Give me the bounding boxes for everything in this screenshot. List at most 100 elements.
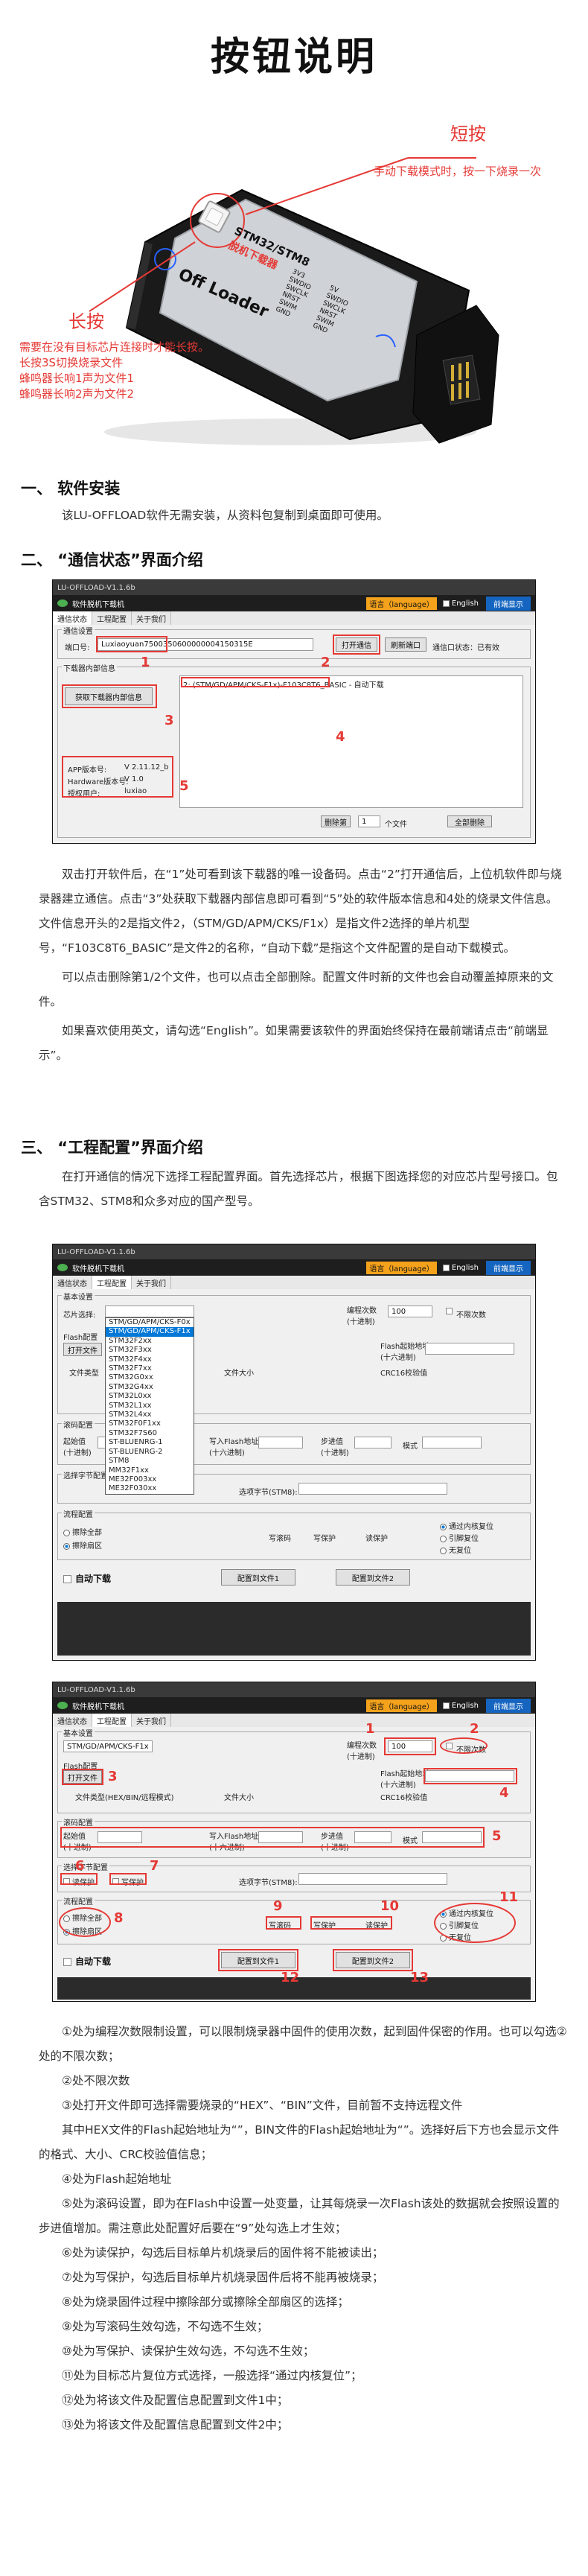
chip-option[interactable]: MM32F1xx [106, 1466, 194, 1475]
front-display-button[interactable]: 前端显示 [486, 1260, 531, 1275]
chip-option[interactable]: STM/GD/APM/CKS-F0x [106, 1318, 194, 1327]
flash-cfg-label: Flash配置 [63, 1334, 98, 1342]
front-display-button[interactable]: 前端显示 [486, 1698, 531, 1713]
language-selector[interactable]: 语言（language） [366, 1699, 437, 1712]
annotation-box-9 [266, 1916, 301, 1930]
chip-option[interactable]: STM32F0F1xx [106, 1419, 194, 1428]
tab-project-config[interactable]: 工程配置 [92, 1714, 132, 1727]
stm8-option-input[interactable] [298, 1873, 447, 1885]
tab-content: 通信设置 端口号: Luxiaoyuan75003506000000041503… [53, 625, 535, 843]
erase-sector-option[interactable]: 擦除扇区 [63, 1539, 102, 1551]
step-label: 步进值 (十进制) [321, 1438, 349, 1457]
section-1-text: 该LU-OFFLOAD软件无需安装，从资料包复制到桌面即可使用。 [39, 503, 569, 532]
annotation-num-2: 2 [470, 1721, 479, 1737]
roll-addr-input[interactable] [258, 1437, 303, 1448]
prog-count-input[interactable]: 100 [388, 1306, 432, 1317]
chip-option[interactable]: ST-BLUENRG-2 [106, 1448, 194, 1457]
chip-option[interactable]: STM32F4xx [106, 1355, 194, 1364]
auto-download-checkbox[interactable] [63, 1575, 71, 1583]
chip-option[interactable]: STM8 [106, 1457, 194, 1466]
chip-option[interactable]: STM32F2xx [106, 1337, 194, 1346]
chip-select[interactable] [105, 1306, 194, 1317]
mode-select[interactable] [422, 1437, 482, 1448]
front-display-button[interactable]: 前端显示 [486, 596, 531, 611]
language-selector[interactable]: 语言（language） [366, 1261, 437, 1274]
erase-sector-radio[interactable] [63, 1542, 70, 1550]
chip-label: 芯片选择: [63, 1311, 96, 1320]
chip-option[interactable]: STM32F3xx [106, 1346, 194, 1355]
unlimited-checkbox[interactable] [446, 1308, 453, 1314]
reset-pin-option[interactable]: 引脚复位 [440, 1532, 479, 1543]
roll-start-label: 起始值 (十进制) [63, 1438, 92, 1457]
stm8-option-input[interactable] [298, 1483, 447, 1495]
cmd-group-label: 选择字节配置 [62, 1469, 109, 1481]
tab-about[interactable]: 关于我们 [132, 1276, 171, 1289]
tab-about[interactable]: 关于我们 [132, 1714, 171, 1727]
no-reset-radio[interactable] [440, 1547, 447, 1554]
annotation-num-2: 2 [321, 655, 330, 670]
unlimited-label: 不限次数 [456, 1311, 486, 1320]
erase-all-radio[interactable] [63, 1529, 70, 1536]
chip-option[interactable]: STM32L1xx [106, 1402, 194, 1411]
chip-option[interactable]: STM32F7S60 [106, 1429, 194, 1438]
delete-file-button[interactable]: 删除第 [321, 815, 351, 827]
tab-content: 基本设置 芯片选择: 编程次数 (十进制) 100 不限次数 Flash配置 打… [53, 1289, 535, 1660]
config-file2-button[interactable]: 配置到文件2 [336, 1569, 410, 1586]
english-checkbox[interactable] [442, 1264, 450, 1271]
no-reset-option[interactable]: 无复位 [440, 1544, 471, 1555]
device-illustration: Off Loader STM32/STM8 脱机下载器 3V3 SWDIO SWCL… [0, 112, 588, 462]
erase-all-option[interactable]: 擦除全部 [63, 1526, 102, 1537]
flow-write-protect[interactable]: 写保护 [313, 1532, 336, 1543]
reset-pin-radio[interactable] [440, 1535, 447, 1542]
chip-option[interactable]: STM32L0xx [106, 1392, 194, 1401]
step-input[interactable] [354, 1437, 392, 1448]
reset-kernel-radio[interactable] [440, 1523, 447, 1530]
english-checkbox[interactable] [442, 1702, 450, 1709]
open-file-button[interactable]: 打开文件 [63, 1343, 102, 1356]
auto-download-checkbox[interactable] [63, 1958, 71, 1966]
window-toolbar: 软件脱机下载机 语言（language） English 前端显示 [53, 1697, 535, 1714]
chip-option[interactable]: STM/GD/APM/CKS-F1x [106, 1327, 194, 1337]
flow-read-protect[interactable]: 读保护 [365, 1532, 388, 1543]
tab-comm-status[interactable]: 通信状态 [53, 611, 92, 625]
refresh-port-button[interactable]: 刷新端口 [385, 637, 426, 652]
window-title: LU-OFFLOAD-V1.1.6b [53, 580, 535, 595]
roll-addr-label: 写入Flash地址 (十六进制) [209, 1438, 259, 1457]
annotation-box-2 [333, 635, 380, 655]
chip-option[interactable]: STM32G0xx [106, 1373, 194, 1382]
file-index-select[interactable]: 1 [358, 815, 380, 827]
list-item: ①处为编程次数限制设置，可以限制烧录器中固件的使用次数，起到固件保密的作用。也可… [39, 2025, 567, 2063]
flash-addr-label: Flash起始地址 (十六进制) [380, 1343, 430, 1362]
window-title: LU-OFFLOAD-V1.1.6b [53, 1244, 535, 1259]
english-label: English [451, 1701, 479, 1710]
chip-select[interactable]: STM/GD/APM/CKS-F1x [63, 1740, 153, 1752]
flow-write-roll[interactable]: 写滚码 [269, 1532, 291, 1543]
chip-option[interactable]: STM32G4xx [106, 1383, 194, 1392]
tab-project-config[interactable]: 工程配置 [92, 611, 132, 625]
annotation-box-8 [59, 1907, 111, 1937]
tab-project-config[interactable]: 工程配置 [92, 1276, 132, 1289]
annotation-box-13 [333, 1949, 413, 1971]
chip-option[interactable]: STM32L4xx [106, 1411, 194, 1419]
english-checkbox[interactable] [442, 600, 450, 607]
language-selector[interactable]: 语言（language） [366, 597, 437, 610]
chip-option[interactable]: ME32F003xx [106, 1475, 194, 1484]
basic-group-label: 基本设置 [62, 1291, 95, 1302]
tab-about[interactable]: 关于我们 [132, 611, 171, 625]
chip-option[interactable]: ME32F030xx [106, 1484, 194, 1493]
list-item: ⑥处为读保护，勾选后目标单片机烧录后的固件将不能被读出； [62, 2246, 384, 2259]
flash-addr-input[interactable] [425, 1343, 514, 1355]
reset-kernel-option[interactable]: 通过内核复位 [440, 1520, 493, 1531]
tab-comm-status[interactable]: 通信状态 [53, 1714, 92, 1727]
app-name: 软件脱机下载机 [72, 1265, 124, 1273]
flow-group-label: 流程配置 [62, 1895, 95, 1906]
chip-option[interactable]: STM32F7xx [106, 1364, 194, 1373]
annotation-num-4: 4 [336, 729, 345, 745]
config-file1-button[interactable]: 配置到文件1 [221, 1569, 295, 1586]
tab-comm-status[interactable]: 通信状态 [53, 1276, 92, 1289]
empty-area [57, 1602, 531, 1656]
chip-dropdown-list[interactable]: STM/GD/APM/CKS-F0x STM/GD/APM/CKS-F1x STM3… [105, 1317, 194, 1495]
chip-option[interactable]: ST-BLUENRG-1 [106, 1438, 194, 1447]
delete-all-button[interactable]: 全部删除 [447, 815, 492, 827]
page-title: 按钮说明 [210, 35, 377, 80]
